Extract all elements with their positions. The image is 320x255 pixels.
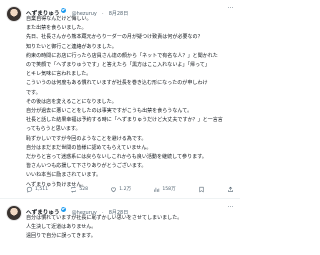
bookmark-button[interactable] bbox=[198, 186, 205, 193]
like-count: 1.2万 bbox=[119, 187, 132, 192]
post-line: 遠回りで自分に誤ってきます。 bbox=[26, 233, 96, 240]
share-button[interactable] bbox=[227, 186, 234, 193]
post-line: 恥ずかしいですが今回のようなことを避ける為です。 bbox=[26, 135, 147, 142]
reply-count: 1,511 bbox=[35, 186, 49, 192]
post[interactable]: へずまりゅう @hezuruy · 8月28日 ··· 自業自得なんだけど悔しい… bbox=[0, 0, 240, 198]
like-button[interactable]: 1.2万 bbox=[110, 186, 131, 193]
more-icon[interactable]: ··· bbox=[227, 5, 234, 12]
post-line: 社長と話した結果幸福は予約する時に「へずまりゅうだけど大丈夫ですか？」と一言言 bbox=[26, 117, 223, 124]
post-line: 知りたいと御行こと連絡がありました。 bbox=[26, 43, 117, 50]
post-text: 自分は慣れていますが社長に恥ずかしい思いをさせてしまいました。 人生決して近道は… bbox=[26, 214, 238, 242]
action-bar: 1,511 528 1.2万 158万 bbox=[26, 184, 234, 194]
more-icon[interactable]: ··· bbox=[227, 204, 234, 211]
views-icon bbox=[154, 187, 160, 192]
post-line: 人生決して近道はありません。 bbox=[26, 224, 97, 231]
post-line: ので笑顔で「へずまりゅうです」と答えたら「黒方はここ入れないよ」「帰って」 bbox=[26, 62, 210, 69]
post-line: とキレ気味に言われました。 bbox=[26, 71, 92, 78]
share-icon bbox=[228, 186, 233, 192]
post-text: 自業自得なんだけど悔しい。 また出禁を食らいました。 先日、社長さんから熊本蔵元… bbox=[26, 15, 238, 190]
repost-count: 528 bbox=[79, 186, 89, 192]
post-line: 自分が過去に悪いことをしたのは事実ですがこうも出禁を食らうなんて。 bbox=[26, 108, 193, 115]
post-line: また出禁を食らいました。 bbox=[26, 25, 87, 32]
repost-icon bbox=[71, 185, 77, 193]
reply-icon bbox=[26, 186, 33, 193]
post[interactable]: へずまりゅう @hezuruy · 8月28日 ··· 自分は慣れていますが社長… bbox=[0, 198, 240, 255]
post-line: 自業自得なんだけど悔しい。 bbox=[26, 16, 92, 22]
post-line: 自分はまだまだ世間の皆様に認めてもらえていません。 bbox=[26, 144, 152, 151]
verified-badge-icon bbox=[60, 7, 66, 13]
post-line: こういうのは何度もある慣れていますが社長を巻き込む形になったのが申しわけ bbox=[26, 80, 208, 87]
post-line: 自分は慣れていますが社長に恥ずかしい思いをさせてしまいました。 bbox=[26, 215, 183, 221]
timeline: へずまりゅう @hezuruy · 8月28日 ··· 自業自得なんだけど悔しい… bbox=[0, 0, 240, 254]
post-header: へずまりゅう @hezuruy · 8月28日 bbox=[26, 205, 236, 216]
post-line: ってもらうと思います。 bbox=[26, 126, 81, 133]
repost-button[interactable]: 528 bbox=[70, 185, 89, 193]
post-line: 先日、社長さんから熊本蔵元からりーダーの月が疑つけ致責は何が必要なの？ bbox=[26, 34, 203, 41]
post-line: です。 bbox=[26, 89, 41, 96]
views-count: 158万 bbox=[162, 187, 176, 192]
avatar[interactable] bbox=[6, 6, 22, 22]
post-line: いいね本当に励まされています。 bbox=[26, 172, 102, 179]
post-line: 皆さんいつも応援して下さりありがとうございます。 bbox=[26, 163, 147, 170]
reply-button[interactable]: 1,511 bbox=[26, 186, 48, 193]
avatar[interactable] bbox=[6, 205, 22, 221]
bookmark-icon bbox=[199, 186, 204, 192]
verified-badge-icon bbox=[60, 206, 66, 212]
views-button[interactable]: 158万 bbox=[153, 186, 176, 193]
post-line: その後は店を変えることになりました。 bbox=[26, 98, 117, 105]
like-icon bbox=[111, 187, 117, 192]
post-line: 約束の時間にお店に行ったら店員さん達の顔から「ネットで有名な人？」と聞かれた bbox=[26, 52, 218, 59]
post-header: へずまりゅう @hezuruy · 8月28日 bbox=[26, 6, 236, 17]
post-line: だからと言って迷惑系には戻らないしこれからも良い活動を継続して参ります。 bbox=[26, 154, 207, 161]
